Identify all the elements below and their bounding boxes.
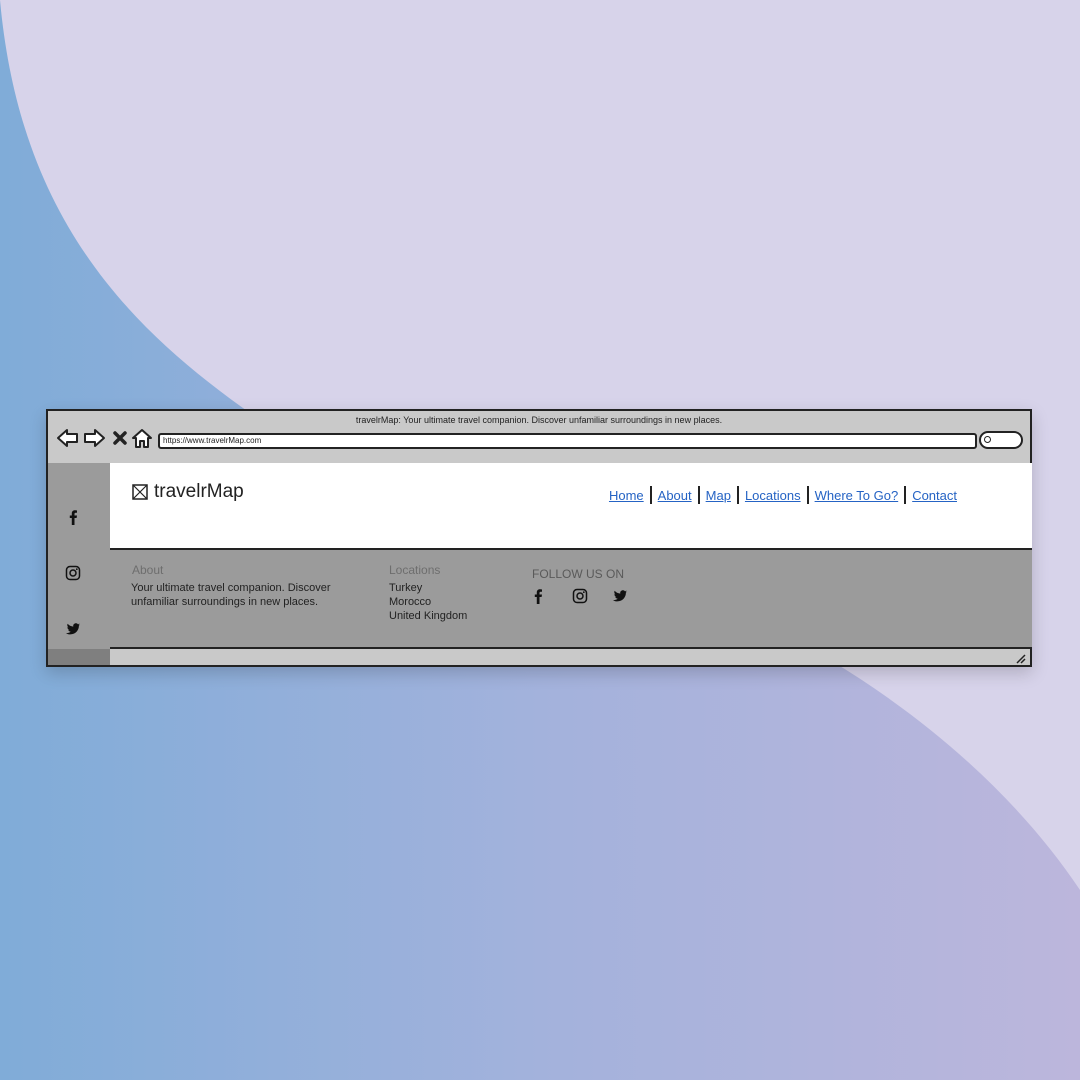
nav-divider [649,486,652,504]
image-placeholder-icon [132,484,148,500]
nav-divider [736,486,739,504]
logo[interactable]: travelrMap [132,481,244,503]
browser-window: travelrMap: Your ultimate travel compani… [46,409,1032,667]
nav-link-locations[interactable]: Locations [745,488,801,503]
logo-text: travelrMap [154,481,244,502]
status-bar-left-block [48,649,110,665]
nav-link-contact[interactable]: Contact [912,488,957,503]
footer-about-line-1: Your ultimate travel companion. Discover [131,582,331,594]
nav-link-about[interactable]: About [658,488,692,503]
close-x-icon[interactable] [108,427,132,449]
twitter-icon[interactable] [612,588,628,604]
search-button[interactable] [979,431,1023,449]
forward-arrow-icon[interactable] [82,427,106,449]
instagram-icon[interactable] [65,565,81,581]
status-bar [48,649,1030,665]
twitter-icon[interactable] [65,621,81,637]
nav-link-home[interactable]: Home [609,488,644,503]
site-footer: About Your ultimate travel companion. Di… [110,550,1032,649]
footer-locations-title: Locations [389,563,441,577]
footer-about-title: About [132,563,164,577]
footer-follow-title: FOLLOW US ON [532,567,625,581]
resize-grip-icon[interactable] [1014,651,1026,664]
back-arrow-icon[interactable] [56,427,80,449]
instagram-icon[interactable] [572,588,588,604]
nav-divider [697,486,700,504]
facebook-icon[interactable] [530,588,546,604]
main-nav: Home About Map Locations Where To Go? Co… [609,486,957,504]
nav-divider [806,486,809,504]
page-tagline: travelrMap: Your ultimate travel compani… [355,415,723,425]
search-icon [984,436,991,443]
nav-link-map[interactable]: Map [706,488,731,503]
footer-about-line-2: unfamiliar surroundings in new places. [131,596,319,608]
facebook-icon[interactable] [65,509,81,525]
home-icon[interactable] [130,427,154,449]
browser-toolbar: travelrMap: Your ultimate travel compani… [48,411,1030,465]
url-bar[interactable]: https://www.travelrMap.com [158,433,977,449]
footer-location-turkey[interactable]: Turkey [389,581,422,595]
social-sidebar [48,463,110,649]
footer-location-morocco[interactable]: Morocco [389,595,431,609]
nav-divider [904,486,907,504]
footer-location-united-kingdom[interactable]: United Kingdom [389,609,467,623]
site-header: travelrMap Home About Map Locations Wher… [110,463,1032,550]
nav-link-where-to-go[interactable]: Where To Go? [815,488,899,503]
